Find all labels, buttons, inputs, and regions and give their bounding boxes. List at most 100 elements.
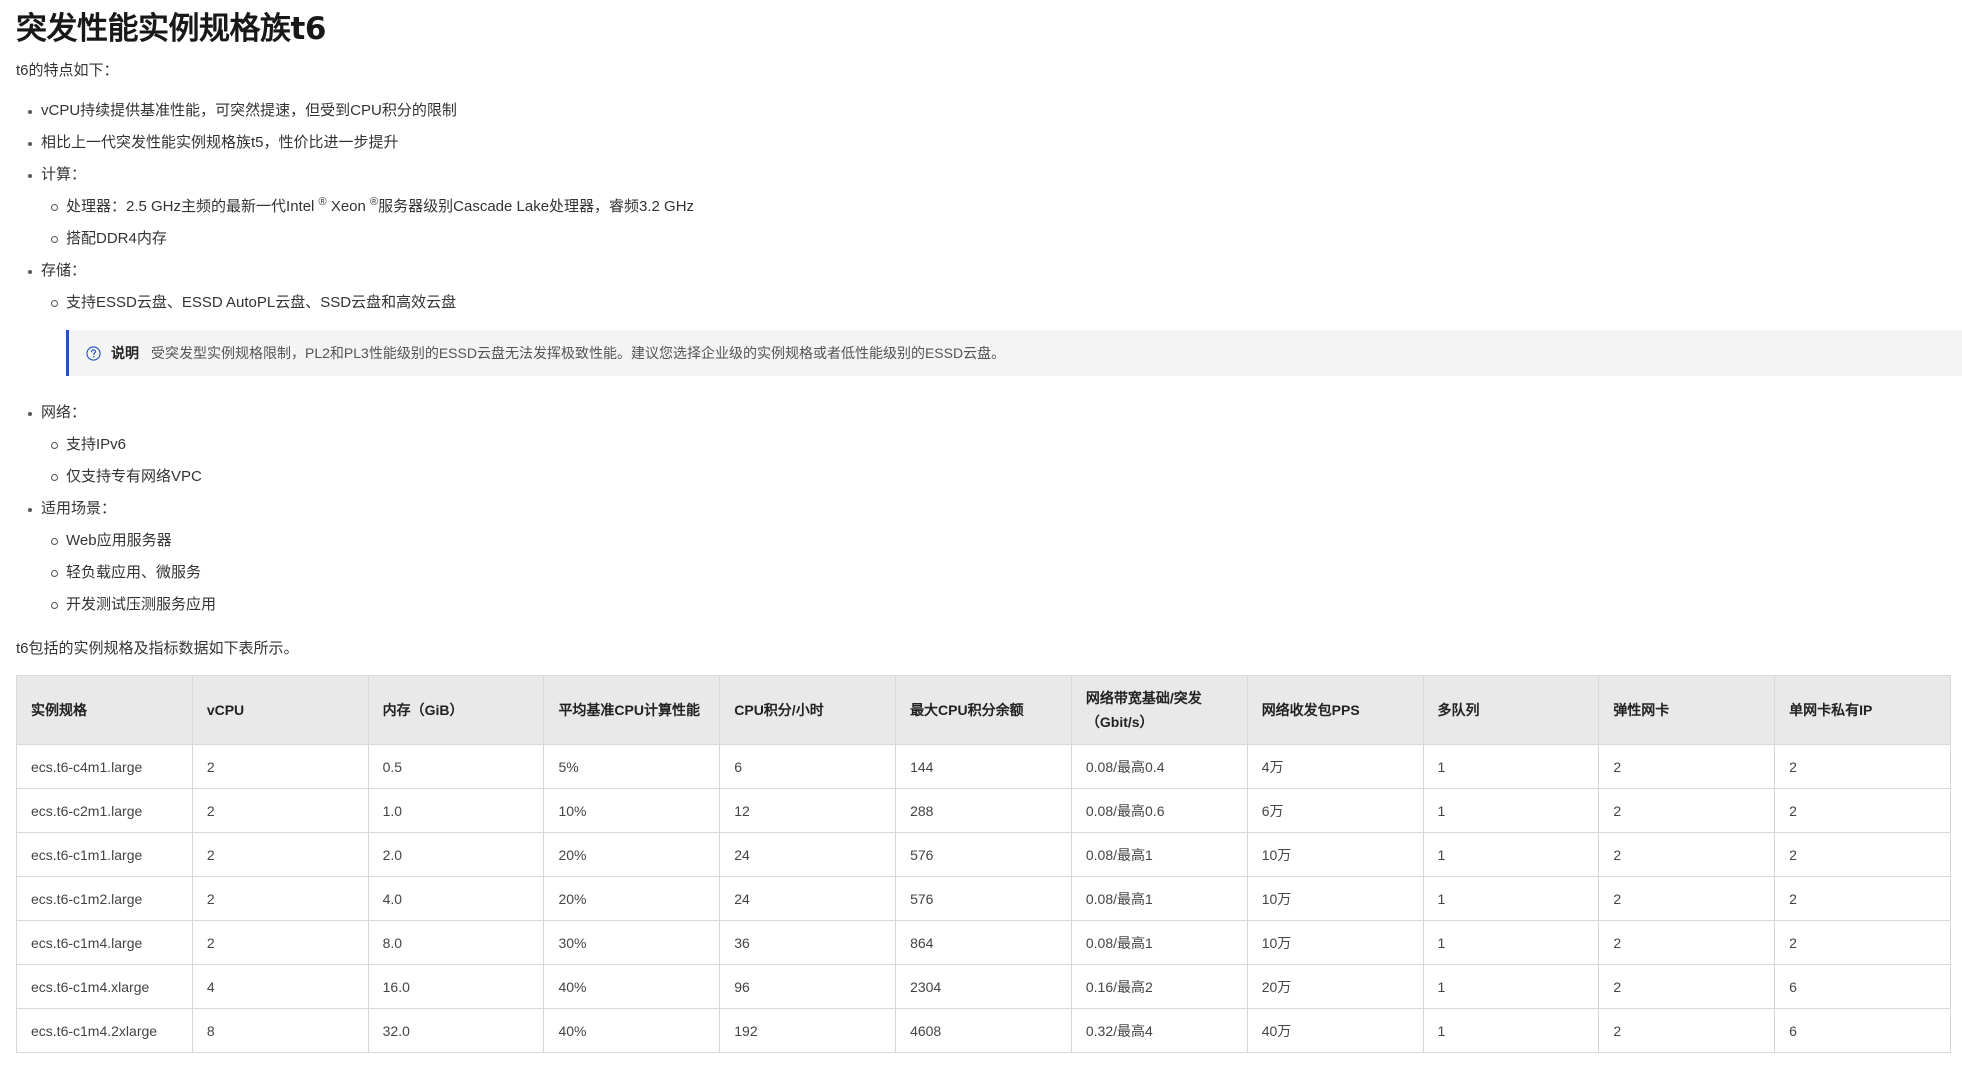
table-cell: 40% xyxy=(543,1008,721,1053)
table-cell: 40万 xyxy=(1246,1008,1424,1053)
sub-item-label: 支持IPv6 xyxy=(66,436,127,453)
question-circle-icon xyxy=(86,345,101,361)
table-cell: 0.16/最高2 xyxy=(1070,964,1248,1009)
feature-label: 相比上一代突发性能实例规格族t5，性价比进一步提升 xyxy=(41,134,399,151)
table-cell: 2 xyxy=(191,744,369,789)
table-cell: 10% xyxy=(543,788,721,833)
table-row: ecs.t6-c4m1.large 2 0.5 5% 6 144 0.08/最高0.4 4万 1… xyxy=(16,744,1951,789)
table-cell: 4.0 xyxy=(367,876,545,921)
table-cell: 40% xyxy=(543,964,721,1009)
table-cell: 6万 xyxy=(1246,788,1424,833)
feature-item: 相比上一代突发性能实例规格族t5，性价比进一步提升 xyxy=(16,132,1962,154)
table-cell: 1 xyxy=(1422,1008,1600,1053)
column-header: 实例规格 xyxy=(16,675,193,745)
table-cell: 10万 xyxy=(1246,920,1424,965)
sub-item-label: 开发测试压测服务应用 xyxy=(66,596,217,613)
table-cell: 20% xyxy=(543,832,721,877)
sub-item-label: 轻负载应用、微服务 xyxy=(66,564,202,581)
table-cell: 8 xyxy=(191,1008,369,1053)
table-cell: 20万 xyxy=(1246,964,1424,1009)
processor-text-a: 处理器：2.5 GHz主频的最新一代Intel xyxy=(66,198,319,215)
feature-label: vCPU持续提供基准性能，可突然提速，但受到CPU积分的限制 xyxy=(41,102,457,119)
table-cell: ecs.t6-c1m1.large xyxy=(16,832,193,877)
table-cell: 576 xyxy=(895,876,1072,921)
table-cell: 96 xyxy=(719,964,897,1009)
table-cell: 576 xyxy=(895,832,1072,877)
table-cell: 2 xyxy=(1774,744,1951,789)
table-cell: 1 xyxy=(1422,876,1600,921)
column-header: 内存（GiB） xyxy=(367,675,545,745)
sub-item: 支持IPv6 xyxy=(41,434,1962,456)
sub-item: 仅支持专有网络VPC xyxy=(41,466,1962,488)
column-header: 弹性网卡 xyxy=(1598,675,1776,745)
sub-item: 轻负载应用、微服务 xyxy=(41,562,1962,584)
table-header-row: 实例规格 vCPU 内存（GiB） 平均基准CPU计算性能 CPU积分/小时 最… xyxy=(16,675,1951,745)
table-cell: ecs.t6-c1m4.2xlarge xyxy=(16,1008,193,1053)
table-intro-text: t6包括的实例规格及指标数据如下表所示。 xyxy=(16,640,299,657)
note-text: 受突发型实例规格限制，PL2和PL3性能级别的ESSD云盘无法发挥极致性能。建议… xyxy=(151,345,1006,361)
table-row: ecs.t6-c1m1.large 2 2.0 20% 24 576 0.08/最高1 10万… xyxy=(16,832,1951,877)
table-cell: 2 xyxy=(1598,744,1776,789)
sub-item-label: 搭配DDR4内存 xyxy=(66,230,167,247)
column-header: vCPU xyxy=(191,675,369,745)
compute-sublist: 处理器：2.5 GHz主频的最新一代Intel ® Xeon ®服务器级别Cas… xyxy=(41,196,1962,250)
feature-label: 网络： xyxy=(41,404,87,421)
table-cell: 1 xyxy=(1422,832,1600,877)
sub-item: 支持ESSD云盘、ESSD AutoPL云盘、SSD云盘和高效云盘 xyxy=(41,292,1962,314)
feature-item-storage: 存储： 支持ESSD云盘、ESSD AutoPL云盘、SSD云盘和高效云盘 说明… xyxy=(16,260,1962,376)
table-row: ecs.t6-c1m4.xlarge 4 16.0 40% 96 2304 0.16/最高2… xyxy=(16,964,1951,1009)
intro-text: t6的特点如下： xyxy=(16,62,119,79)
sub-item-processor: 处理器：2.5 GHz主频的最新一代Intel ® Xeon ®服务器级别Cas… xyxy=(41,196,1962,218)
sub-item: 开发测试压测服务应用 xyxy=(41,594,1962,616)
table-cell: 2 xyxy=(1598,964,1776,1009)
sub-item: 搭配DDR4内存 xyxy=(41,228,1962,250)
table-cell: 1 xyxy=(1422,744,1600,789)
column-header: 最大CPU积分余额 xyxy=(895,675,1072,745)
table-cell: 1 xyxy=(1422,964,1600,1009)
feature-item: vCPU持续提供基准性能，可突然提速，但受到CPU积分的限制 xyxy=(16,100,1962,122)
table-cell: 20% xyxy=(543,876,721,921)
feature-item-compute: 计算： 处理器：2.5 GHz主频的最新一代Intel ® Xeon ®服务器级… xyxy=(16,164,1962,250)
table-cell: 2 xyxy=(1774,920,1951,965)
column-header: 多队列 xyxy=(1422,675,1600,745)
table-cell: 24 xyxy=(719,832,897,877)
table-cell: 2 xyxy=(1774,788,1951,833)
table-cell: 6 xyxy=(1774,1008,1951,1053)
table-cell: 2 xyxy=(191,876,369,921)
table-cell: ecs.t6-c2m1.large xyxy=(16,788,193,833)
sub-item: Web应用服务器 xyxy=(41,530,1962,552)
table-cell: 2304 xyxy=(895,964,1072,1009)
page-title: 突发性能实例规格族t6 xyxy=(16,11,326,47)
processor-text-c: 服务器级别Cascade Lake处理器，睿频3.2 GHz xyxy=(378,198,695,215)
table-cell: 10万 xyxy=(1246,876,1424,921)
table-cell: 864 xyxy=(895,920,1072,965)
table-cell: 10万 xyxy=(1246,832,1424,877)
table-cell: 1.0 xyxy=(367,788,545,833)
table-cell: 30% xyxy=(543,920,721,965)
table-cell: 2 xyxy=(1774,876,1951,921)
table-cell: 6 xyxy=(719,744,897,789)
table-cell: 0.08/最高0.4 xyxy=(1070,744,1248,789)
processor-text-b: Xeon xyxy=(326,198,371,215)
registered-mark: ® xyxy=(370,196,379,208)
table-cell: 1 xyxy=(1422,920,1600,965)
table-cell: ecs.t6-c1m4.xlarge xyxy=(16,964,193,1009)
table-cell: 6 xyxy=(1774,964,1951,1009)
table-cell: 192 xyxy=(719,1008,897,1053)
storage-sublist: 支持ESSD云盘、ESSD AutoPL云盘、SSD云盘和高效云盘 xyxy=(41,292,1962,314)
column-header: 网络收发包PPS xyxy=(1246,675,1424,745)
column-header: CPU积分/小时 xyxy=(719,675,897,745)
table-cell: 2 xyxy=(191,920,369,965)
table-cell: 4 xyxy=(191,964,369,1009)
table-cell: 32.0 xyxy=(367,1008,545,1053)
note-callout: 说明 受突发型实例规格限制，PL2和PL3性能级别的ESSD云盘无法发挥极致性能… xyxy=(66,330,1962,376)
column-header: 网络带宽基础/突发（Gbit/s） xyxy=(1070,675,1248,745)
table-cell: 0.5 xyxy=(367,744,545,789)
table-cell: 12 xyxy=(719,788,897,833)
table-cell: 2 xyxy=(1598,876,1776,921)
table-cell: 0.08/最高1 xyxy=(1070,920,1248,965)
table-cell: 1 xyxy=(1422,788,1600,833)
table-cell: ecs.t6-c1m4.large xyxy=(16,920,193,965)
feature-label: 计算： xyxy=(41,166,87,183)
registered-mark: ® xyxy=(318,196,327,208)
